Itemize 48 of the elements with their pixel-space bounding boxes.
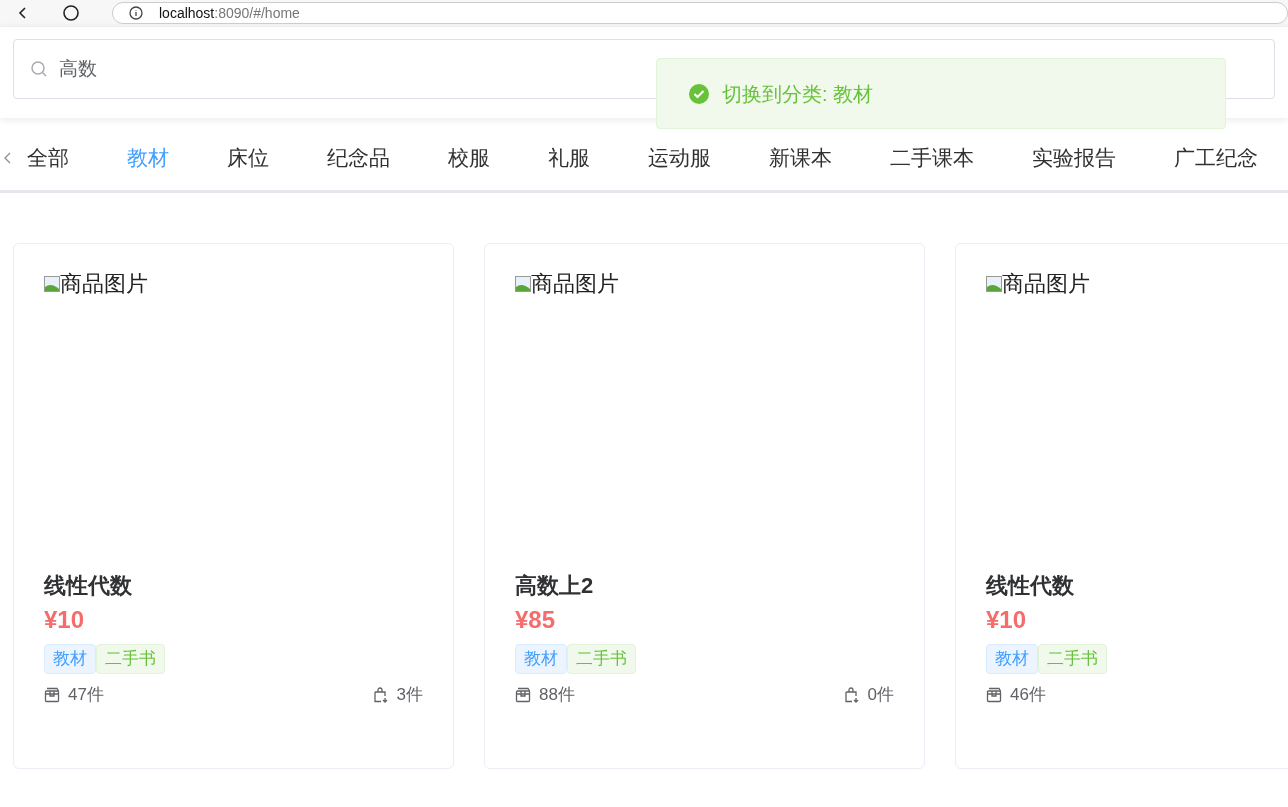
product-price: ¥10 [44,605,86,635]
image-alt-text: 商品图片 [1002,272,1090,296]
sold-count: 0件 [867,684,894,706]
category-tab[interactable]: 新课本 [769,126,832,190]
tag: 二手书 [1038,644,1107,674]
product-price: ¥10 [986,605,1028,635]
stock-count: 88件 [539,684,575,706]
shopping-bag-icon [843,686,860,703]
product-card[interactable]: 商品图片 线性代数 ¥10 教材 二手书 47件 3件 [13,243,454,769]
category-tab[interactable]: 全部 [27,126,69,190]
tag: 教材 [515,644,567,674]
category-tab[interactable]: 校服 [448,126,490,190]
box-icon [986,686,1002,703]
shopping-bag-icon [372,686,389,703]
image-alt-text: 商品图片 [531,272,619,296]
broken-image-icon [986,276,1002,292]
category-tab[interactable]: 礼服 [548,126,590,190]
stock-count: 47件 [68,684,104,706]
box-icon [44,686,60,703]
category-tab[interactable]: 二手课本 [890,126,974,190]
tag: 二手书 [567,644,636,674]
category-tab[interactable]: 运动服 [648,126,711,190]
box-icon [515,686,531,703]
product-price: ¥85 [515,605,557,635]
info-icon [129,6,143,20]
check-circle-icon [688,82,710,105]
tag: 教材 [986,644,1038,674]
category-tab[interactable]: 实验报告 [1032,126,1116,190]
category-tab[interactable]: 纪念品 [327,126,390,190]
category-tab[interactable]: 床位 [227,126,269,190]
product-title: 线性代数 [986,572,1075,600]
url-text: localhost:8090/#/home [159,3,300,23]
product-card[interactable]: 商品图片 高数上2 ¥85 教材 二手书 88件 0件 [484,243,925,769]
product-title: 高数上2 [515,572,595,600]
product-title: 线性代数 [44,572,133,600]
broken-image-icon [44,276,60,292]
chevron-left-icon[interactable] [3,151,13,165]
tag: 二手书 [96,644,165,674]
tag: 教材 [44,644,96,674]
broken-image-icon [515,276,531,292]
sold-count: 3件 [396,684,423,706]
stock-count: 46件 [1010,684,1046,706]
image-alt-text: 商品图片 [60,272,148,296]
category-tab[interactable]: 广工纪念 [1174,126,1258,190]
reload-icon[interactable] [62,4,80,22]
product-card[interactable]: 商品图片 线性代数 ¥10 教材 二手书 46件 [955,243,1288,769]
search-icon [30,60,48,78]
address-bar[interactable]: localhost:8090/#/home [112,2,1288,24]
